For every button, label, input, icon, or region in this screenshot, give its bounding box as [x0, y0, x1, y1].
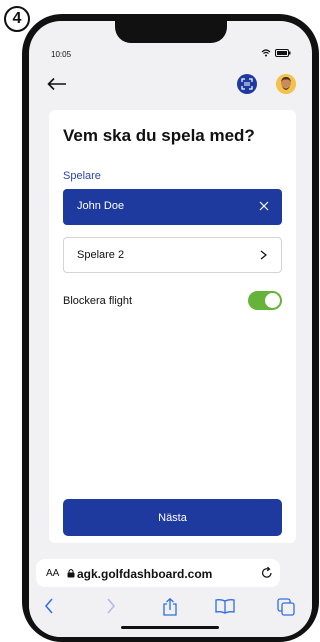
player-name: Spelare 2	[77, 249, 125, 261]
players-section-label: Spelare	[63, 170, 101, 182]
page-title: Vem ska du spela med?	[63, 126, 255, 145]
player-item-selected[interactable]: John Doe	[63, 189, 282, 225]
tabs-icon[interactable]	[277, 598, 295, 616]
chevron-right	[257, 248, 269, 266]
next-button[interactable]: Nästa	[63, 499, 282, 536]
back-icon[interactable]	[44, 598, 54, 614]
forward-icon[interactable]	[106, 598, 116, 614]
step-badge: 4	[4, 6, 30, 32]
player-item[interactable]: Spelare 2	[63, 237, 282, 273]
browser-toolbar	[29, 598, 312, 622]
toggle-knob	[265, 293, 280, 308]
phone-screen: 10:05 Vem ska du spela med? Spelare John…	[29, 21, 312, 637]
home-indicator	[121, 626, 219, 629]
url-text: agk.golfdashboard.com	[77, 567, 213, 581]
scan-button[interactable]	[237, 74, 257, 94]
next-button-label: Nästa	[158, 511, 187, 524]
reload-icon[interactable]	[260, 566, 274, 580]
reader-options-button[interactable]: AA	[46, 568, 59, 579]
notch	[115, 21, 227, 43]
select-players-card: Vem ska du spela med? Spelare John Doe S…	[49, 110, 296, 543]
url-bar[interactable]: AA agk.golfdashboard.com	[36, 559, 280, 587]
avatar-icon	[276, 74, 296, 94]
bookmarks-icon[interactable]	[215, 598, 235, 614]
back-button[interactable]	[47, 77, 67, 96]
remove-player-button[interactable]	[258, 199, 270, 217]
status-time: 10:05	[51, 50, 72, 59]
battery-icon	[275, 49, 291, 57]
arrow-left-icon	[47, 77, 66, 91]
chevron-right-icon	[260, 250, 267, 260]
wifi-icon	[261, 49, 271, 57]
player-name: John Doe	[77, 200, 125, 212]
lock-icon	[67, 569, 75, 578]
scan-code-icon	[241, 78, 253, 90]
avatar[interactable]	[276, 74, 296, 94]
close-icon	[259, 201, 269, 211]
status-icons	[261, 49, 291, 57]
block-flight-label: Blockera flight	[63, 295, 133, 307]
share-icon[interactable]	[162, 598, 178, 616]
block-flight-toggle[interactable]	[248, 291, 282, 310]
browser-bar: AA agk.golfdashboard.com	[29, 550, 312, 637]
